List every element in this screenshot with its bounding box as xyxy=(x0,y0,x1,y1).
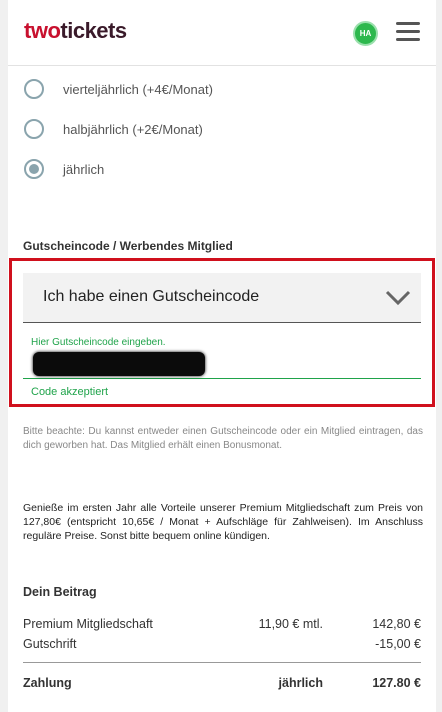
price-row-name: Gutschrift xyxy=(23,637,77,651)
radio-option-halfyearly[interactable]: halbjährlich (+2€/Monat) xyxy=(24,117,203,141)
price-row-name: Premium Mitgliedschaft xyxy=(23,617,153,631)
radio-label: halbjährlich (+2€/Monat) xyxy=(63,121,203,137)
total-divider xyxy=(23,662,421,663)
voucher-type-value: Ich habe einen Gutscheincode xyxy=(43,288,260,305)
radio-option-quarterly[interactable]: vierteljährlich (+4€/Monat) xyxy=(24,77,213,101)
hamburger-menu-icon[interactable] xyxy=(396,22,420,42)
voucher-type-select[interactable]: Ich habe einen Gutscheincode xyxy=(23,273,421,323)
twotickets-logo[interactable]: twotickets xyxy=(24,18,127,44)
logo-part-two: two xyxy=(24,18,61,43)
total-period: jährlich xyxy=(278,676,323,690)
logo-part-tickets: tickets xyxy=(60,18,127,43)
price-row-credit: Gutschrift -15,00 € xyxy=(23,637,421,655)
radio-button-selected-icon[interactable] xyxy=(24,159,44,179)
voucher-section-label: Gutscheincode / Werbendes Mitglied xyxy=(23,239,233,253)
price-row-amount: -15,00 € xyxy=(375,637,421,651)
contribution-title: Dein Beitrag xyxy=(23,585,97,599)
total-label: Zahlung xyxy=(23,676,72,690)
price-row-total: Zahlung jährlich 127.80 € xyxy=(23,676,421,694)
voucher-code-input[interactable] xyxy=(23,349,421,379)
total-amount: 127.80 € xyxy=(372,676,421,690)
radio-button-icon[interactable] xyxy=(24,79,44,99)
app-header: twotickets HA xyxy=(8,0,436,66)
radio-label: vierteljährlich (+4€/Monat) xyxy=(63,81,213,97)
voucher-note: Bitte beachte: Du kannst entweder einen … xyxy=(23,426,423,451)
chevron-down-icon xyxy=(385,290,411,306)
voucher-input-hint: Hier Gutscheincode eingeben. xyxy=(31,337,166,348)
radio-option-yearly[interactable]: jährlich xyxy=(24,157,104,181)
price-row-monthly: 11,90 € mtl. xyxy=(258,617,323,631)
redacted-code-overlay xyxy=(33,352,205,376)
price-row-amount: 142,80 € xyxy=(372,617,421,631)
promo-text: Genieße im ersten Jahr alle Vorteile uns… xyxy=(23,502,423,542)
price-row-premium: Premium Mitgliedschaft 11,90 € mtl. 142,… xyxy=(23,617,421,635)
radio-label: jährlich xyxy=(63,161,105,177)
voucher-status-message: Code akzeptiert xyxy=(31,386,109,398)
radio-button-icon[interactable] xyxy=(24,119,44,139)
checkout-form: vierteljährlich (+4€/Monat) halbjährlich… xyxy=(8,66,436,712)
user-avatar[interactable]: HA xyxy=(353,21,378,46)
